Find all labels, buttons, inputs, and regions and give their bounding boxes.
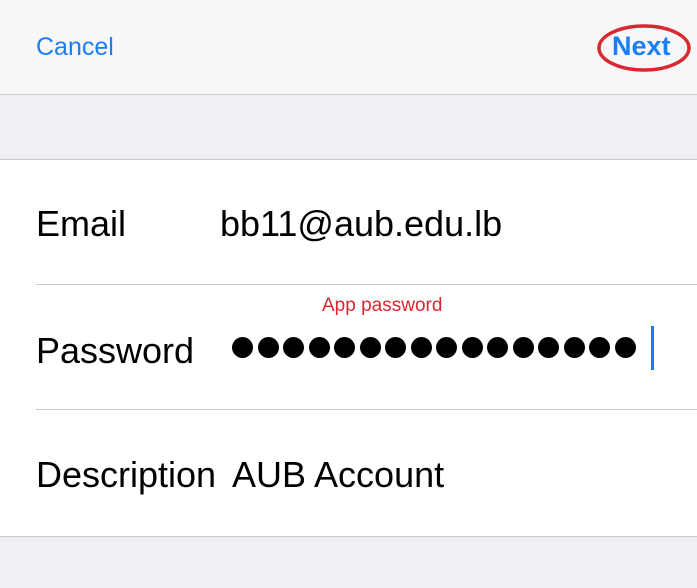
password-mask-dot <box>563 337 585 358</box>
password-row[interactable]: App password Password <box>0 285 697 410</box>
description-field[interactable]: AUB Account <box>232 454 444 496</box>
password-mask-dot <box>487 337 508 358</box>
navigation-bar: Cancel Next <box>0 0 697 95</box>
email-label: Email <box>36 203 127 244</box>
password-mask-dot <box>436 337 457 358</box>
description-label: Description <box>36 454 217 495</box>
password-mask-dot <box>614 337 636 358</box>
password-mask-dot <box>385 337 406 358</box>
password-mask-dot <box>232 337 253 358</box>
password-mask-dot <box>359 337 381 358</box>
email-row[interactable]: Email bb11@aub.edu.lb <box>0 160 697 285</box>
text-cursor <box>651 326 654 370</box>
app-password-annotation: App password <box>322 295 443 316</box>
password-mask-dot <box>257 337 279 358</box>
mail-account-setup-screen: Cancel Next Email bb11@aub.edu.lb App pa… <box>0 0 697 588</box>
password-mask-dot <box>538 337 559 358</box>
password-mask-dot <box>512 337 534 358</box>
password-mask-dot <box>334 337 355 358</box>
password-mask-dot <box>283 337 304 358</box>
password-mask-dot <box>461 337 483 358</box>
next-highlight-circle <box>597 24 691 72</box>
password-mask-dot <box>410 337 432 358</box>
description-row[interactable]: Description AUB Account <box>0 410 697 535</box>
password-label: Password <box>36 330 195 371</box>
email-field[interactable]: bb11@aub.edu.lb <box>220 203 502 245</box>
cancel-button[interactable]: Cancel <box>36 33 114 62</box>
password-field[interactable] <box>232 337 636 358</box>
account-form: Email bb11@aub.edu.lb App password Passw… <box>0 159 697 537</box>
password-mask-dot <box>589 337 610 358</box>
password-mask-dot <box>308 337 330 358</box>
